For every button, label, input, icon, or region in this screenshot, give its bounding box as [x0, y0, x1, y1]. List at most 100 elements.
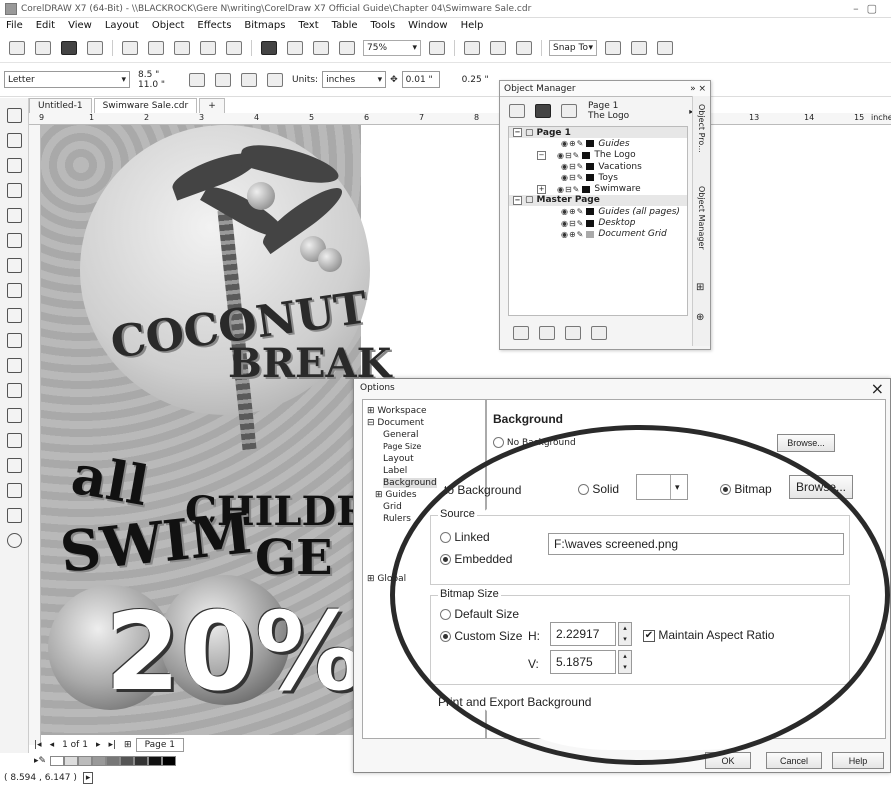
menu-bitmaps[interactable]: Bitmaps	[244, 20, 285, 31]
tree-workspace[interactable]: ⊞ Workspace	[367, 406, 427, 416]
layer-manager-view-icon[interactable]	[535, 104, 551, 118]
page-first-icon[interactable]: |◂	[34, 740, 42, 750]
import-icon[interactable]	[261, 40, 277, 55]
pick-tool-icon[interactable]	[7, 108, 22, 123]
zoom-tool-icon[interactable]	[7, 183, 22, 198]
horizontal-ruler[interactable]: 9 1 2 3 4 5 6 7 8 13 14 15 inches	[29, 113, 891, 125]
all-pages-icon[interactable]	[241, 72, 258, 87]
open-icon[interactable]	[35, 40, 51, 55]
menu-edit[interactable]: Edit	[36, 20, 55, 31]
tree-layer-the-logo[interactable]: − ◉⊟✎ The Logo	[509, 150, 687, 161]
browse-button-top[interactable]: Browse...	[777, 434, 835, 452]
color-swatch[interactable]	[78, 756, 93, 766]
collapse-icon[interactable]: −	[513, 128, 522, 138]
layer-visibility-icons[interactable]: ◉⊟✎	[557, 185, 580, 194]
eyedropper-tool-icon[interactable]	[7, 458, 22, 473]
color-swatch[interactable]	[120, 756, 135, 766]
application-launcher-icon[interactable]	[339, 40, 355, 55]
no-background-radio[interactable]	[493, 437, 504, 448]
polygon-tool-icon[interactable]	[7, 308, 22, 323]
color-swatch[interactable]	[162, 756, 177, 766]
smart-fill-tool-icon[interactable]	[7, 508, 22, 523]
portrait-icon[interactable]	[189, 72, 206, 87]
parallel-dimension-tool-icon[interactable]	[7, 358, 22, 373]
add-tool-icon[interactable]	[7, 533, 22, 548]
tab-swimware-sale[interactable]: Swimware Sale.cdr	[93, 98, 198, 113]
tree-page-size[interactable]: Page Size	[383, 442, 421, 451]
copy-icon[interactable]	[148, 40, 164, 55]
new-master-layer-odd-icon[interactable]	[565, 326, 581, 340]
color-swatch[interactable]	[64, 756, 79, 766]
connector-tool-icon[interactable]	[7, 383, 22, 398]
layer-visibility-icons[interactable]: ◉⊟✎	[561, 173, 584, 182]
page-last-icon[interactable]: ▸|	[108, 740, 116, 750]
tree-background[interactable]: Background	[383, 478, 437, 488]
color-swatch[interactable]	[134, 756, 149, 766]
nudge-distance-field[interactable]: 0.01 "	[401, 71, 440, 88]
transparency-tool-icon[interactable]	[7, 433, 22, 448]
zoom-level-dropdown[interactable]: 75% ▾	[363, 39, 421, 56]
layer-visibility-icons[interactable]: ◉⊕✎	[561, 230, 584, 239]
tree-guidelines[interactable]: ⊞ Guides	[375, 490, 417, 500]
help-button[interactable]: Help	[832, 752, 884, 769]
menu-effects[interactable]: Effects	[197, 20, 231, 31]
layer-visibility-icons[interactable]: ◉⊕✎	[561, 139, 584, 148]
landscape-icon[interactable]	[215, 72, 232, 87]
page-dimensions[interactable]: 8.5 " 11.0 "	[138, 70, 165, 90]
show-rulers-icon[interactable]	[464, 40, 480, 55]
edit-across-layers-icon[interactable]	[561, 104, 577, 118]
no-color-swatch[interactable]	[50, 756, 65, 766]
undo-icon[interactable]	[200, 40, 216, 55]
snap-to-dropdown[interactable]: Snap To ▾	[549, 39, 597, 56]
duplicate-distance-value[interactable]: 0.25 "	[462, 75, 489, 85]
tree-layer-guides-all-pages[interactable]: ◉⊕✎ Guides (all pages)	[509, 206, 687, 217]
menu-view[interactable]: View	[68, 20, 92, 31]
tree-page-1[interactable]: − ▢ Page 1	[509, 127, 687, 139]
menu-file[interactable]: File	[6, 20, 23, 31]
menu-table[interactable]: Table	[332, 20, 358, 31]
layer-properties-icon[interactable]	[509, 104, 525, 118]
menu-layout[interactable]: Layout	[105, 20, 139, 31]
page-size-dropdown[interactable]: Letter ▾	[4, 71, 130, 88]
play-icon[interactable]: ▸	[82, 771, 94, 784]
add-page-icon[interactable]: ⊞	[124, 740, 132, 750]
window-controls[interactable]: –▢	[853, 2, 885, 15]
tab-object-manager[interactable]: Object Manager	[697, 186, 706, 250]
collapse-icon[interactable]: −	[513, 195, 522, 205]
full-screen-preview-icon[interactable]	[429, 40, 445, 55]
new-master-layer-icon[interactable]	[539, 326, 555, 340]
tab-object-properties[interactable]: Object Pro...	[697, 104, 706, 153]
drop-shadow-tool-icon[interactable]	[7, 408, 22, 423]
tree-grid[interactable]: Grid	[383, 502, 402, 512]
menu-help[interactable]: Help	[461, 20, 484, 31]
paste-icon[interactable]	[174, 40, 190, 55]
page-tab-1[interactable]: Page 1	[135, 738, 184, 752]
quick-customize-icon[interactable]	[657, 40, 673, 55]
docker-pin-icon[interactable]: ⊞	[696, 282, 704, 293]
add-docker-icon[interactable]: ⊕	[696, 312, 704, 323]
layer-visibility-icons[interactable]: ◉⊟✎	[561, 219, 584, 228]
tree-label-item[interactable]: Label	[383, 466, 407, 476]
page-next-icon[interactable]: ▸	[96, 740, 101, 750]
rectangle-tool-icon[interactable]	[7, 258, 22, 273]
new-tab-button[interactable]: +	[199, 98, 225, 113]
page-prev-icon[interactable]: ◂	[50, 740, 55, 750]
freehand-tool-icon[interactable]	[7, 208, 22, 223]
tree-layer-toys[interactable]: ◉⊟✎ Toys	[509, 172, 687, 183]
tree-document[interactable]: ⊟ Document	[367, 418, 424, 428]
color-swatch[interactable]	[148, 756, 163, 766]
crop-tool-icon[interactable]	[7, 158, 22, 173]
print-icon[interactable]	[87, 40, 103, 55]
layer-visibility-icons[interactable]: ◉⊕✎	[561, 207, 584, 216]
menu-window[interactable]: Window	[408, 20, 447, 31]
menu-text[interactable]: Text	[298, 20, 318, 31]
new-document-icon[interactable]	[9, 40, 25, 55]
publish-pdf-icon[interactable]	[313, 40, 329, 55]
eyedropper-icon[interactable]: ▸✎	[34, 756, 46, 766]
save-icon[interactable]	[61, 40, 77, 55]
collapse-icon[interactable]: −	[537, 150, 546, 160]
expand-icon[interactable]: +	[537, 184, 546, 194]
tree-layout[interactable]: Layout	[383, 454, 414, 464]
tree-rulers[interactable]: Rulers	[383, 514, 411, 524]
docker-close-icon[interactable]: » ×	[690, 84, 706, 94]
